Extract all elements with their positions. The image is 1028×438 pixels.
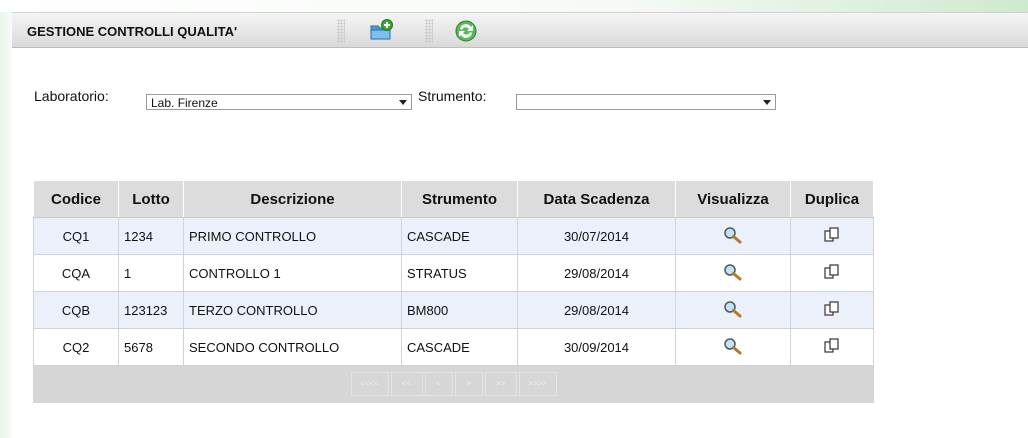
duplicate-icon (824, 263, 839, 279)
cell-strumento: CASCADE (401, 217, 518, 255)
toolbar: GESTIONE CONTROLLI QUALITA' (12, 12, 1028, 48)
strumento-label: Strumento: (418, 88, 487, 104)
column-header-codice[interactable]: Codice (33, 180, 119, 218)
page-title: GESTIONE CONTROLLI QUALITA' (27, 24, 238, 39)
chevron-down-icon (399, 100, 407, 105)
pager-cell: <<<< << < > >> >>>> (33, 365, 874, 403)
cell-lotto: 5678 (118, 328, 184, 366)
visualizza-button[interactable] (675, 217, 791, 255)
visualizza-button[interactable] (675, 328, 791, 366)
pager-next-button[interactable]: > (454, 372, 483, 396)
magnifier-icon (724, 300, 742, 317)
cell-strumento: BM800 (401, 291, 518, 329)
column-header-visualizza[interactable]: Visualizza (675, 180, 791, 218)
duplica-button[interactable] (790, 217, 874, 255)
table-header-row: Codice Lotto Descrizione Strumento Data … (33, 180, 874, 218)
cell-strumento: STRATUS (401, 254, 518, 292)
table-row: CQ2 5678 SECONDO CONTROLLO CASCADE 30/09… (33, 328, 874, 366)
cell-descrizione: TERZO CONTROLLO (183, 291, 402, 329)
column-header-descrizione[interactable]: Descrizione (183, 180, 402, 218)
top-decorative-gradient (0, 0, 1028, 12)
cell-descrizione: SECONDO CONTROLLO (183, 328, 402, 366)
magnifier-icon (724, 226, 742, 243)
pager-row: <<<< << < > >> >>>> (33, 365, 874, 403)
chevron-down-icon (763, 100, 771, 105)
magnifier-icon (724, 263, 742, 280)
cell-codice: CQ1 (33, 217, 119, 255)
table-row: CQB 123123 TERZO CONTROLLO BM800 29/08/2… (33, 291, 874, 329)
cell-codice: CQ2 (33, 328, 119, 366)
table-row: CQA 1 CONTROLLO 1 STRATUS 29/08/2014 (33, 254, 874, 292)
refresh-icon[interactable] (453, 18, 479, 44)
duplicate-icon (824, 337, 839, 353)
toolbar-separator (337, 19, 345, 43)
column-header-lotto[interactable]: Lotto (118, 180, 184, 218)
duplica-button[interactable] (790, 291, 874, 329)
pager-prev-button[interactable]: < (424, 372, 453, 396)
cell-descrizione: CONTROLLO 1 (183, 254, 402, 292)
cell-data-scadenza: 30/09/2014 (517, 328, 676, 366)
pager-next-block-button[interactable]: >> (484, 372, 517, 396)
laboratorio-label: Laboratorio: (34, 88, 109, 104)
duplica-button[interactable] (790, 328, 874, 366)
pager-last-button[interactable]: >>>> (518, 372, 557, 396)
pager-prev-block-button[interactable]: << (390, 372, 423, 396)
pager-first-button[interactable]: <<<< (350, 372, 389, 396)
pager: <<<< << < > >> >>>> (39, 372, 868, 396)
column-header-data-scadenza[interactable]: Data Scadenza (517, 180, 676, 218)
cell-strumento: CASCADE (401, 328, 518, 366)
laboratorio-select[interactable]: Lab. Firenze (146, 94, 412, 110)
laboratorio-value: Lab. Firenze (151, 96, 218, 110)
duplicate-icon (824, 300, 839, 316)
cell-data-scadenza: 29/08/2014 (517, 254, 676, 292)
magnifier-icon (724, 337, 742, 354)
visualizza-button[interactable] (675, 254, 791, 292)
duplicate-icon (824, 226, 839, 242)
cell-lotto: 1234 (118, 217, 184, 255)
visualizza-button[interactable] (675, 291, 791, 329)
cell-data-scadenza: 29/08/2014 (517, 291, 676, 329)
cell-lotto: 1 (118, 254, 184, 292)
cell-codice: CQB (33, 291, 119, 329)
controls-table: Codice Lotto Descrizione Strumento Data … (33, 180, 874, 403)
toolbar-separator (425, 19, 433, 43)
column-header-strumento[interactable]: Strumento (401, 180, 518, 218)
column-header-duplica[interactable]: Duplica (790, 180, 874, 218)
new-folder-icon[interactable] (368, 18, 394, 44)
table-row: CQ1 1234 PRIMO CONTROLLO CASCADE 30/07/2… (33, 217, 874, 255)
cell-data-scadenza: 30/07/2014 (517, 217, 676, 255)
cell-descrizione: PRIMO CONTROLLO (183, 217, 402, 255)
cell-lotto: 123123 (118, 291, 184, 329)
left-decorative-strip (0, 0, 12, 438)
cell-codice: CQA (33, 254, 119, 292)
duplica-button[interactable] (790, 254, 874, 292)
strumento-select[interactable] (516, 94, 776, 110)
